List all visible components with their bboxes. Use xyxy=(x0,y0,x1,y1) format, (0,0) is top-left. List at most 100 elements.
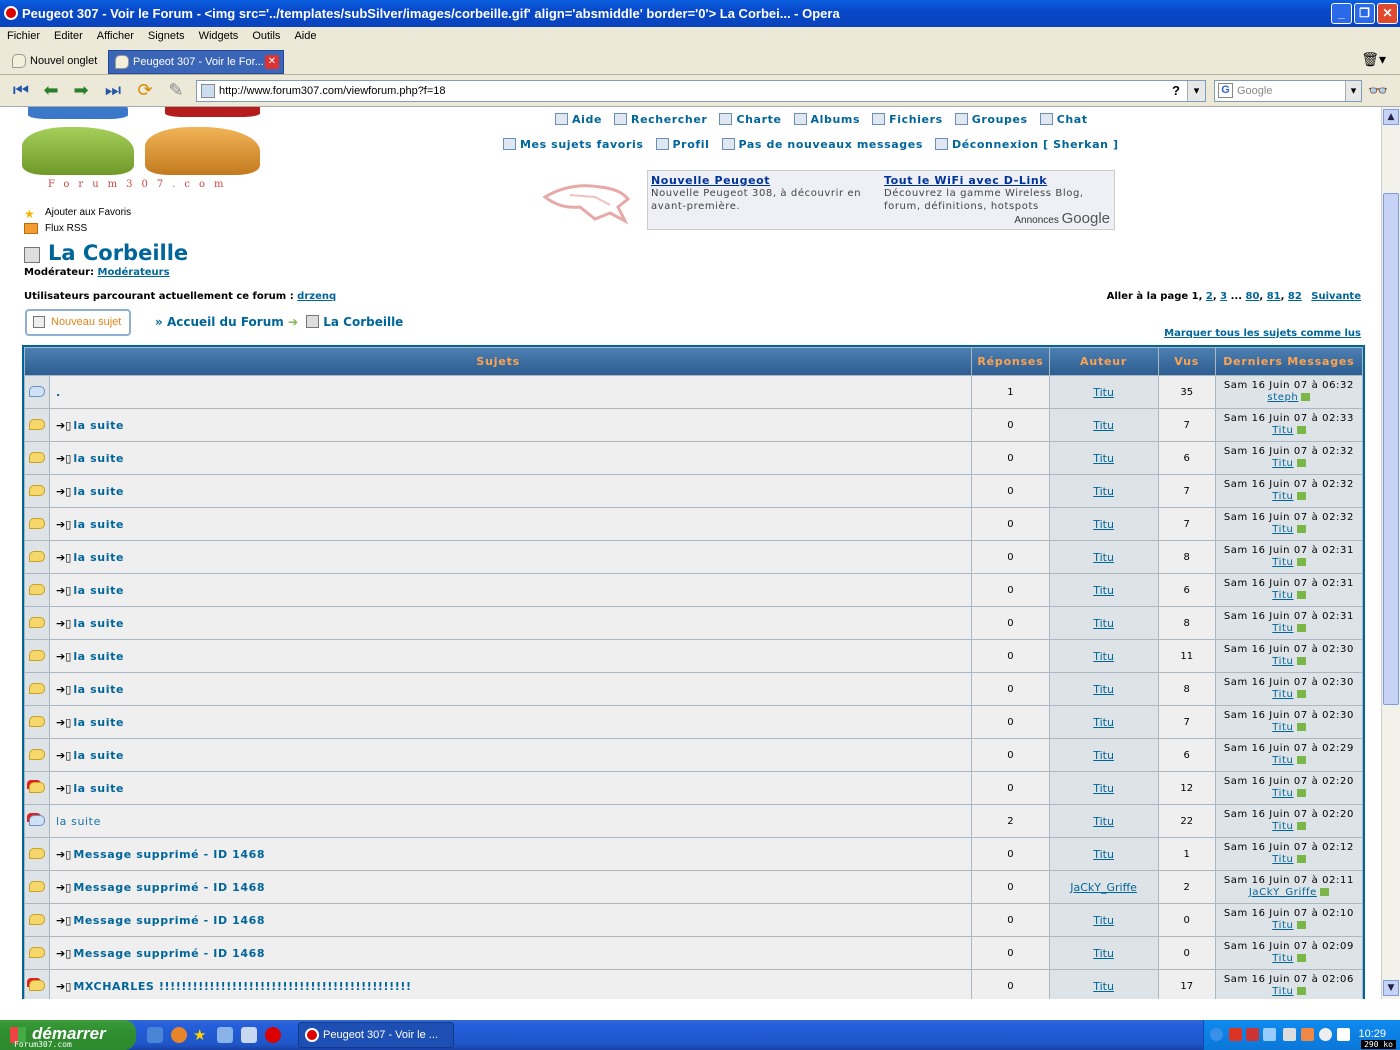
menu-item-4[interactable]: Widgets xyxy=(192,27,246,42)
author-link[interactable]: Titu xyxy=(1093,914,1114,927)
ati-icon[interactable] xyxy=(1229,1028,1242,1041)
topic-title[interactable]: Message supprimé - ID 1468 xyxy=(73,881,265,894)
goto-last-post-icon[interactable] xyxy=(1296,921,1306,929)
reload-icon[interactable]: ⟳ xyxy=(134,81,156,101)
goto-last-post-icon[interactable] xyxy=(1296,954,1306,962)
author-link[interactable]: Titu xyxy=(1093,485,1114,498)
author-link[interactable]: Titu xyxy=(1093,584,1114,597)
goto-last-post-icon[interactable] xyxy=(1319,888,1329,896)
top-link-1-1[interactable]: Rechercher xyxy=(614,113,707,126)
last-post-user[interactable]: Titu xyxy=(1272,854,1293,865)
author-link[interactable]: Titu xyxy=(1093,683,1114,696)
ads-by-google[interactable]: Annonces Google xyxy=(1014,210,1110,227)
topic-title[interactable]: la suite xyxy=(73,584,124,597)
last-post-user[interactable]: JaCkY_Griffe xyxy=(1249,887,1317,898)
page-81[interactable]: 81 xyxy=(1267,291,1281,302)
top-link-1-4[interactable]: Fichiers xyxy=(872,113,943,126)
menu-item-1[interactable]: Editer xyxy=(47,27,90,42)
author-link[interactable]: JaCkY_Griffe xyxy=(1070,881,1137,894)
last-post-user[interactable]: Titu xyxy=(1272,920,1293,931)
ad-1[interactable]: Nouvelle Peugeot Nouvelle Peugeot 308, à… xyxy=(651,174,871,213)
page-82[interactable]: 82 xyxy=(1288,291,1302,302)
last-post-user[interactable]: Titu xyxy=(1272,788,1293,799)
tray-icon[interactable] xyxy=(1246,1028,1259,1041)
chevron-down-icon[interactable]: ▾ xyxy=(1345,81,1361,101)
moderators-link[interactable]: Modérateurs xyxy=(98,267,170,278)
window-icon[interactable] xyxy=(241,1027,257,1043)
goto-last-post-icon[interactable] xyxy=(1296,756,1306,764)
fast-forward-icon[interactable]: ⏭ xyxy=(102,81,124,101)
last-post-user[interactable]: Titu xyxy=(1272,623,1293,634)
topic-title[interactable]: la suite xyxy=(73,617,124,630)
app-icon[interactable] xyxy=(217,1027,233,1043)
top-link-2-0[interactable]: Mes sujets favoris xyxy=(503,138,644,151)
goto-last-post-icon[interactable] xyxy=(1296,723,1306,731)
next-page-link[interactable]: Suivante xyxy=(1311,291,1361,302)
last-post-user[interactable]: Titu xyxy=(1272,986,1293,997)
last-post-user[interactable]: Titu xyxy=(1272,953,1293,964)
tray-icon[interactable] xyxy=(1301,1028,1314,1041)
top-link-1-5[interactable]: Groupes xyxy=(954,113,1028,126)
last-post-user[interactable]: Titu xyxy=(1272,425,1293,436)
topic-title[interactable]: la suite xyxy=(73,551,124,564)
author-link[interactable]: Titu xyxy=(1093,518,1114,531)
clock[interactable]: 10:29 xyxy=(1358,1028,1386,1040)
last-post-user[interactable]: Titu xyxy=(1272,458,1293,469)
topic-title[interactable]: la suite xyxy=(56,815,101,828)
edit-icon[interactable]: ✎ xyxy=(165,81,187,101)
scroll-down-icon[interactable]: ▼ xyxy=(1383,980,1399,996)
goto-last-post-icon[interactable] xyxy=(1296,591,1306,599)
forum-title[interactable]: La Corbeille xyxy=(48,241,188,265)
last-post-user[interactable]: Titu xyxy=(1272,557,1293,568)
author-link[interactable]: Titu xyxy=(1093,980,1114,993)
site-logo[interactable]: Forum307.com xyxy=(20,107,270,199)
rss-link[interactable]: Flux RSS xyxy=(24,223,87,234)
topic-title[interactable]: la suite xyxy=(73,452,124,465)
rewind-icon[interactable]: ⏮ xyxy=(10,81,32,101)
ad-2[interactable]: Tout le WiFi avec D-Link Découvrez la ga… xyxy=(884,174,1104,213)
goto-last-post-icon[interactable] xyxy=(1296,789,1306,797)
goto-last-post-icon[interactable] xyxy=(1296,822,1306,830)
top-link-2-1[interactable]: Profil xyxy=(655,138,710,151)
topic-title[interactable]: la suite xyxy=(73,782,124,795)
topic-title[interactable]: la suite xyxy=(73,749,124,762)
opera-icon[interactable] xyxy=(265,1027,281,1043)
author-link[interactable]: Titu xyxy=(1093,716,1114,729)
menu-item-0[interactable]: Fichier xyxy=(0,27,47,42)
search-input[interactable]: G Google ▾ xyxy=(1214,80,1362,102)
author-link[interactable]: Titu xyxy=(1093,782,1114,795)
breadcrumb-home[interactable]: Accueil du Forum xyxy=(167,315,284,329)
last-post-user[interactable]: steph xyxy=(1267,392,1298,403)
mark-all-read-link[interactable]: Marquer tous les sujets comme lus xyxy=(1164,328,1361,339)
tray-icon[interactable] xyxy=(1283,1028,1296,1041)
chevron-left-icon[interactable] xyxy=(1210,1028,1223,1041)
author-link[interactable]: Titu xyxy=(1093,947,1114,960)
minimize-button[interactable]: _ xyxy=(1331,3,1352,24)
goto-last-post-icon[interactable] xyxy=(1296,459,1306,467)
top-link-1-6[interactable]: Chat xyxy=(1039,113,1088,126)
topic-title[interactable]: la suite xyxy=(73,419,124,432)
goto-last-post-icon[interactable] xyxy=(1296,624,1306,632)
last-post-user[interactable]: Titu xyxy=(1272,689,1293,700)
address-bar[interactable]: http://www.forum307.com/viewforum.php?f=… xyxy=(196,80,1206,102)
trash-icon[interactable]: 🗑▾ xyxy=(1361,52,1386,68)
author-link[interactable]: Titu xyxy=(1093,650,1114,663)
topic-title[interactable]: Message supprimé - ID 1468 xyxy=(73,914,265,927)
top-link-1-0[interactable]: Aide xyxy=(555,113,602,126)
author-link[interactable]: Titu xyxy=(1093,386,1114,399)
last-post-user[interactable]: Titu xyxy=(1272,491,1293,502)
tab-new[interactable]: Nouvel onglet xyxy=(6,50,106,74)
forward-icon[interactable]: ➡ xyxy=(70,81,92,101)
close-tab-icon[interactable]: ✕ xyxy=(265,55,279,69)
goto-last-post-icon[interactable] xyxy=(1296,558,1306,566)
author-link[interactable]: Titu xyxy=(1093,848,1114,861)
last-post-user[interactable]: Titu xyxy=(1272,722,1293,733)
topic-title[interactable]: Message supprimé - ID 1468 xyxy=(73,848,265,861)
new-topic-button[interactable]: Nouveau sujet xyxy=(25,309,131,336)
author-link[interactable]: Titu xyxy=(1093,617,1114,630)
goto-last-post-icon[interactable] xyxy=(1296,492,1306,500)
page-80[interactable]: 80 xyxy=(1245,291,1259,302)
vertical-scrollbar[interactable]: ▲ ▼ xyxy=(1381,107,1400,999)
chevron-down-icon[interactable]: ▾ xyxy=(1187,81,1205,101)
last-post-user[interactable]: Titu xyxy=(1272,524,1293,535)
